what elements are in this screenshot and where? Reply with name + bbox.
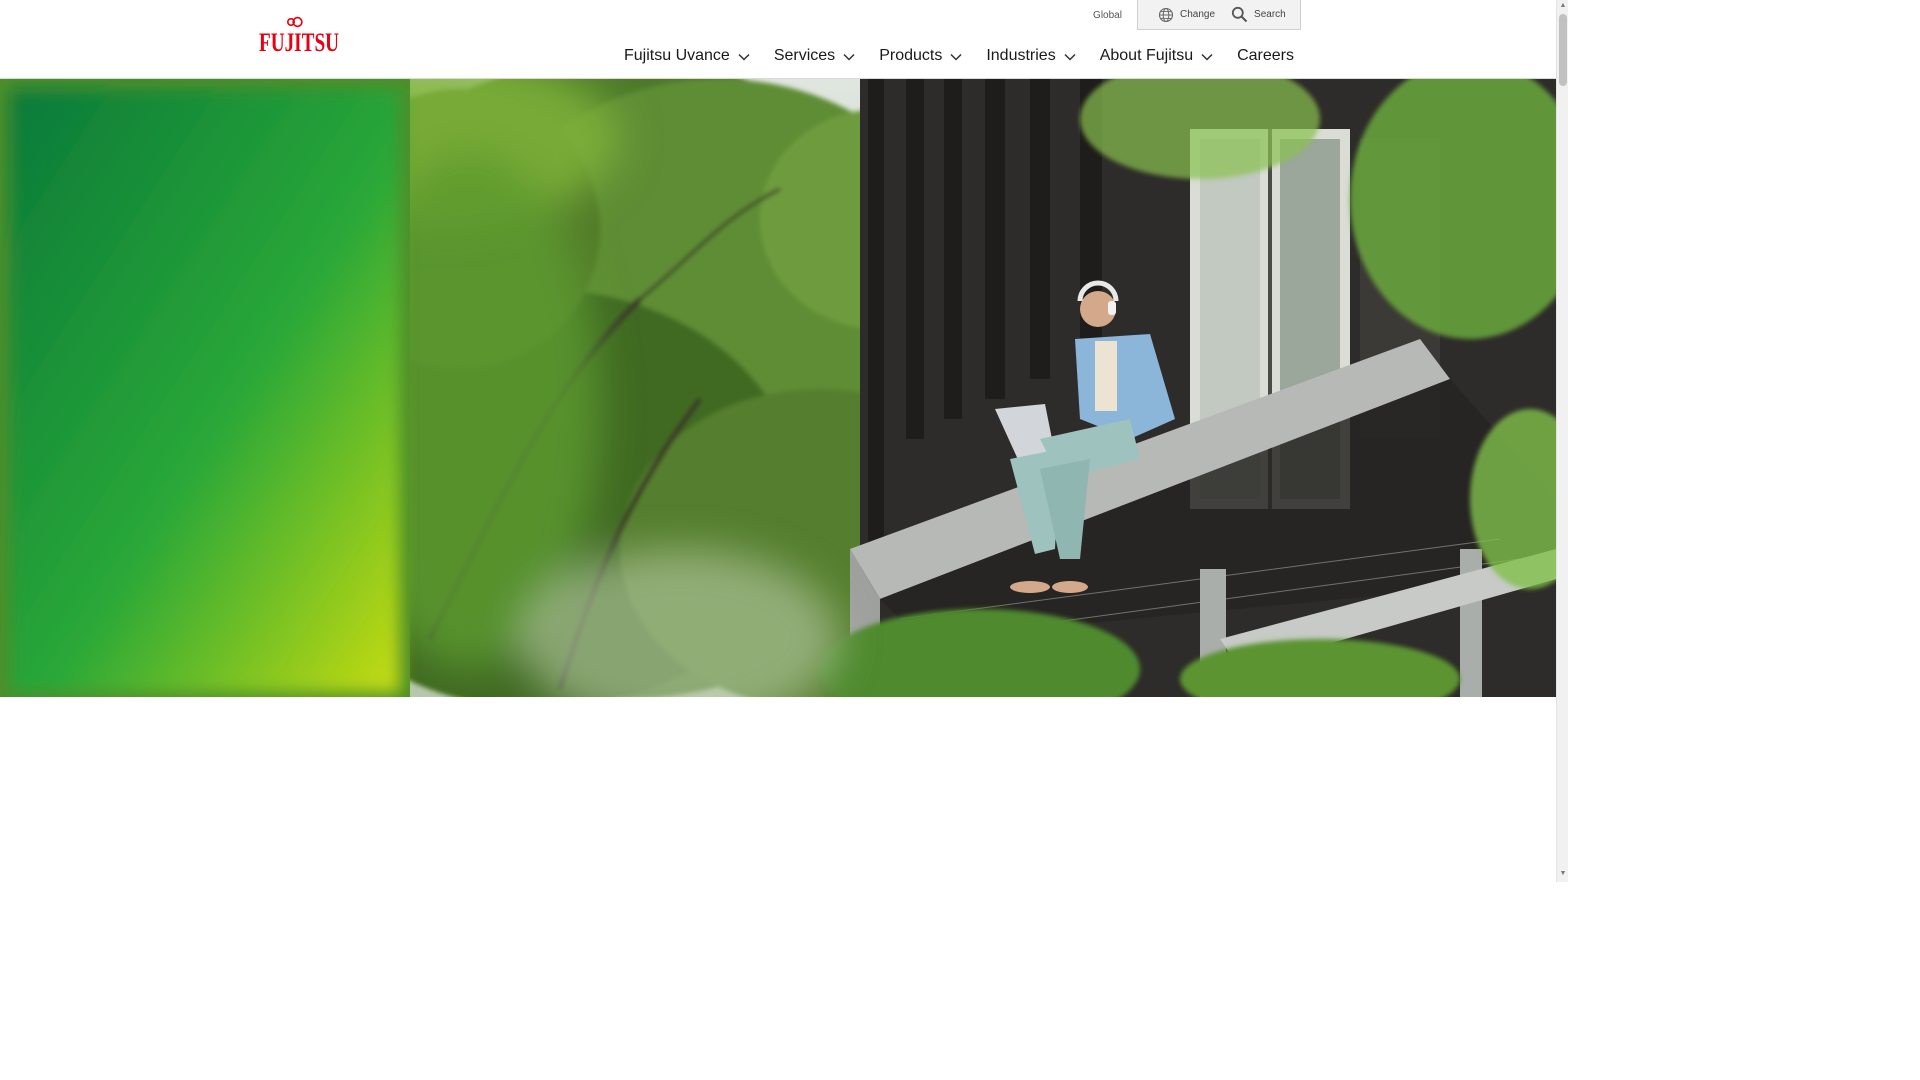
- page-scrollbar[interactable]: ▲ ▼: [1556, 0, 1568, 882]
- region-label: Global: [1093, 9, 1122, 21]
- nav-item-fujitsu-uvance[interactable]: Fujitsu Uvance: [624, 47, 750, 65]
- nav-item-label: Industries: [986, 47, 1056, 64]
- nav-item-label: Products: [879, 47, 943, 64]
- nav-item-services[interactable]: Services: [774, 47, 855, 65]
- hero-image: [0, 79, 1556, 697]
- chevron-down-icon: [1064, 53, 1076, 61]
- search-icon: [1231, 6, 1248, 23]
- globe-icon: [1158, 7, 1174, 22]
- scroll-down-icon[interactable]: ▼: [1559, 870, 1567, 878]
- fujitsu-logo[interactable]: FUJITSU: [258, 16, 340, 58]
- site-header: FUJITSU Global Change Search Fujitsu Uva…: [0, 0, 1556, 79]
- search-button[interactable]: Search: [1231, 6, 1286, 23]
- scroll-thumb[interactable]: [1559, 14, 1567, 86]
- chevron-down-icon: [738, 53, 750, 61]
- search-label: Search: [1254, 9, 1286, 20]
- chevron-down-icon: [950, 53, 962, 61]
- hero-banner: [0, 79, 1556, 697]
- main-nav: Fujitsu Uvance Services Products Industr…: [624, 44, 1294, 68]
- nav-item-label: About Fujitsu: [1099, 47, 1194, 64]
- logo-wordmark: FUJITSU: [259, 28, 339, 57]
- nav-item-careers[interactable]: Careers: [1237, 47, 1294, 65]
- nav-item-label: Services: [773, 47, 836, 64]
- chevron-down-icon: [843, 53, 855, 61]
- nav-item-industries[interactable]: Industries: [986, 47, 1076, 65]
- nav-item-products[interactable]: Products: [879, 47, 962, 65]
- chevron-down-icon: [1201, 53, 1213, 61]
- change-label: Change: [1180, 9, 1216, 20]
- scroll-up-icon[interactable]: ▲: [1559, 2, 1567, 10]
- utility-box: Change Search: [1137, 0, 1301, 30]
- change-region-button[interactable]: Change: [1158, 7, 1215, 23]
- nav-item-label: Careers: [1237, 47, 1294, 64]
- nav-item-label: Fujitsu Uvance: [624, 47, 730, 64]
- nav-item-about-fujitsu[interactable]: About Fujitsu: [1100, 47, 1213, 65]
- utility-bar: Global Change Search: [1078, 0, 1301, 30]
